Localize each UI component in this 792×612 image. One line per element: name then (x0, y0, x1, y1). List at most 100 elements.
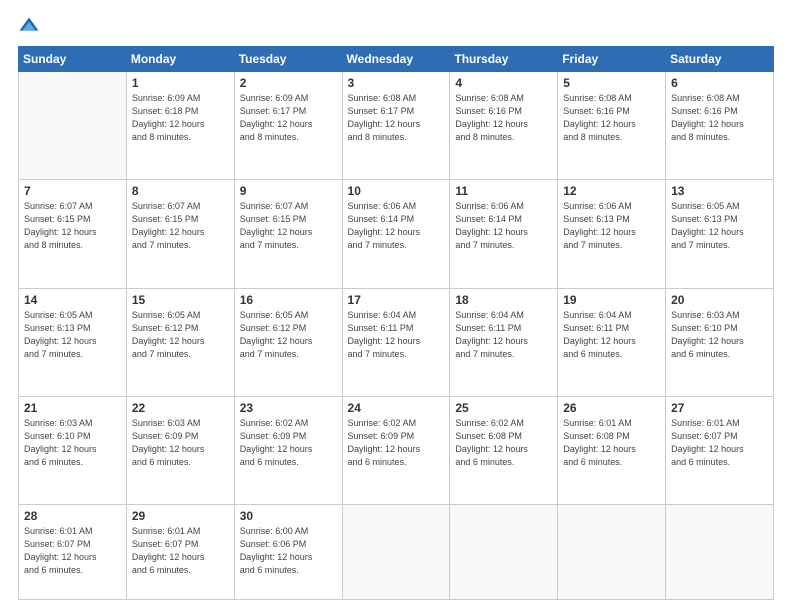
calendar-weekday-saturday: Saturday (666, 47, 774, 72)
calendar-day-cell: 25 Sunrise: 6:02 AM Sunset: 6:08 PM Dayli… (450, 396, 558, 504)
calendar-day-cell: 14 Sunrise: 6:05 AM Sunset: 6:13 PM Dayli… (19, 288, 127, 396)
day-info: Sunrise: 6:07 AM Sunset: 6:15 PM Dayligh… (132, 200, 229, 252)
day-info: Sunrise: 6:07 AM Sunset: 6:15 PM Dayligh… (240, 200, 337, 252)
calendar-weekday-tuesday: Tuesday (234, 47, 342, 72)
calendar-table: SundayMondayTuesdayWednesdayThursdayFrid… (18, 46, 774, 600)
calendar-day-cell: 22 Sunrise: 6:03 AM Sunset: 6:09 PM Dayli… (126, 396, 234, 504)
day-number: 23 (240, 401, 337, 415)
day-number: 20 (671, 293, 768, 307)
calendar-week-row: 7 Sunrise: 6:07 AM Sunset: 6:15 PM Daylig… (19, 180, 774, 288)
day-number: 29 (132, 509, 229, 523)
day-info: Sunrise: 6:08 AM Sunset: 6:16 PM Dayligh… (455, 92, 552, 144)
day-number: 12 (563, 184, 660, 198)
calendar-day-cell: 30 Sunrise: 6:00 AM Sunset: 6:06 PM Dayli… (234, 505, 342, 600)
calendar-day-cell: 21 Sunrise: 6:03 AM Sunset: 6:10 PM Dayli… (19, 396, 127, 504)
calendar-day-cell: 5 Sunrise: 6:08 AM Sunset: 6:16 PM Daylig… (558, 72, 666, 180)
logo-icon (18, 16, 40, 38)
day-number: 5 (563, 76, 660, 90)
calendar-day-cell: 20 Sunrise: 6:03 AM Sunset: 6:10 PM Dayli… (666, 288, 774, 396)
calendar-weekday-thursday: Thursday (450, 47, 558, 72)
calendar-day-cell: 6 Sunrise: 6:08 AM Sunset: 6:16 PM Daylig… (666, 72, 774, 180)
day-info: Sunrise: 6:03 AM Sunset: 6:10 PM Dayligh… (24, 417, 121, 469)
calendar-week-row: 1 Sunrise: 6:09 AM Sunset: 6:18 PM Daylig… (19, 72, 774, 180)
calendar-week-row: 14 Sunrise: 6:05 AM Sunset: 6:13 PM Dayli… (19, 288, 774, 396)
calendar-day-cell: 4Sunrise: 6:08 AM Sunset: 6:16 PM Daylig… (450, 72, 558, 180)
calendar-day-cell: 17Sunrise: 6:04 AM Sunset: 6:11 PM Dayli… (342, 288, 450, 396)
day-info: Sunrise: 6:09 AM Sunset: 6:18 PM Dayligh… (132, 92, 229, 144)
calendar-day-cell (19, 72, 127, 180)
day-number: 24 (348, 401, 445, 415)
day-number: 9 (240, 184, 337, 198)
day-info: Sunrise: 6:03 AM Sunset: 6:09 PM Dayligh… (132, 417, 229, 469)
calendar-day-cell: 19Sunrise: 6:04 AM Sunset: 6:11 PM Dayli… (558, 288, 666, 396)
day-number: 6 (671, 76, 768, 90)
calendar-day-cell: 23 Sunrise: 6:02 AM Sunset: 6:09 PM Dayli… (234, 396, 342, 504)
day-number: 26 (563, 401, 660, 415)
calendar-day-cell: 15 Sunrise: 6:05 AM Sunset: 6:12 PM Dayli… (126, 288, 234, 396)
day-info: Sunrise: 6:01 AM Sunset: 6:07 PM Dayligh… (132, 525, 229, 577)
day-number: 27 (671, 401, 768, 415)
calendar-day-cell (342, 505, 450, 600)
day-info: Sunrise: 6:02 AM Sunset: 6:08 PM Dayligh… (455, 417, 552, 469)
day-info: Sunrise: 6:05 AM Sunset: 6:12 PM Dayligh… (132, 309, 229, 361)
day-info: Sunrise: 6:04 AM Sunset: 6:11 PM Dayligh… (563, 309, 660, 361)
calendar-day-cell: 16 Sunrise: 6:05 AM Sunset: 6:12 PM Dayli… (234, 288, 342, 396)
calendar-day-cell: 3 Sunrise: 6:08 AM Sunset: 6:17 PM Daylig… (342, 72, 450, 180)
page: SundayMondayTuesdayWednesdayThursdayFrid… (0, 0, 792, 612)
day-number: 30 (240, 509, 337, 523)
day-info: Sunrise: 6:05 AM Sunset: 6:13 PM Dayligh… (671, 200, 768, 252)
day-number: 11 (455, 184, 552, 198)
day-number: 15 (132, 293, 229, 307)
calendar-day-cell: 10Sunrise: 6:06 AM Sunset: 6:14 PM Dayli… (342, 180, 450, 288)
day-info: Sunrise: 6:09 AM Sunset: 6:17 PM Dayligh… (240, 92, 337, 144)
day-info: Sunrise: 6:06 AM Sunset: 6:13 PM Dayligh… (563, 200, 660, 252)
calendar-day-cell: 13Sunrise: 6:05 AM Sunset: 6:13 PM Dayli… (666, 180, 774, 288)
calendar-day-cell: 18 Sunrise: 6:04 AM Sunset: 6:11 PM Dayli… (450, 288, 558, 396)
day-info: Sunrise: 6:06 AM Sunset: 6:14 PM Dayligh… (455, 200, 552, 252)
day-number: 16 (240, 293, 337, 307)
calendar-day-cell: 12 Sunrise: 6:06 AM Sunset: 6:13 PM Dayli… (558, 180, 666, 288)
day-info: Sunrise: 6:05 AM Sunset: 6:12 PM Dayligh… (240, 309, 337, 361)
day-info: Sunrise: 6:08 AM Sunset: 6:16 PM Dayligh… (563, 92, 660, 144)
day-number: 14 (24, 293, 121, 307)
day-number: 17 (348, 293, 445, 307)
calendar-day-cell: 29 Sunrise: 6:01 AM Sunset: 6:07 PM Dayli… (126, 505, 234, 600)
day-info: Sunrise: 6:03 AM Sunset: 6:10 PM Dayligh… (671, 309, 768, 361)
day-info: Sunrise: 6:05 AM Sunset: 6:13 PM Dayligh… (24, 309, 121, 361)
calendar-day-cell: 8 Sunrise: 6:07 AM Sunset: 6:15 PM Daylig… (126, 180, 234, 288)
calendar-day-cell: 9 Sunrise: 6:07 AM Sunset: 6:15 PM Daylig… (234, 180, 342, 288)
day-info: Sunrise: 6:04 AM Sunset: 6:11 PM Dayligh… (455, 309, 552, 361)
day-number: 18 (455, 293, 552, 307)
day-number: 25 (455, 401, 552, 415)
day-number: 1 (132, 76, 229, 90)
day-info: Sunrise: 6:08 AM Sunset: 6:16 PM Dayligh… (671, 92, 768, 144)
day-info: Sunrise: 6:01 AM Sunset: 6:07 PM Dayligh… (24, 525, 121, 577)
day-number: 2 (240, 76, 337, 90)
calendar-week-row: 21 Sunrise: 6:03 AM Sunset: 6:10 PM Dayli… (19, 396, 774, 504)
day-number: 22 (132, 401, 229, 415)
day-info: Sunrise: 6:01 AM Sunset: 6:07 PM Dayligh… (671, 417, 768, 469)
header (18, 16, 774, 38)
calendar-day-cell (558, 505, 666, 600)
day-number: 21 (24, 401, 121, 415)
day-info: Sunrise: 6:01 AM Sunset: 6:08 PM Dayligh… (563, 417, 660, 469)
day-info: Sunrise: 6:08 AM Sunset: 6:17 PM Dayligh… (348, 92, 445, 144)
day-info: Sunrise: 6:06 AM Sunset: 6:14 PM Dayligh… (348, 200, 445, 252)
calendar-day-cell: 7Sunrise: 6:07 AM Sunset: 6:15 PM Daylig… (19, 180, 127, 288)
day-number: 28 (24, 509, 121, 523)
calendar-day-cell (450, 505, 558, 600)
calendar-day-cell: 26 Sunrise: 6:01 AM Sunset: 6:08 PM Dayli… (558, 396, 666, 504)
calendar-day-cell: 2 Sunrise: 6:09 AM Sunset: 6:17 PM Daylig… (234, 72, 342, 180)
calendar-day-cell: 1 Sunrise: 6:09 AM Sunset: 6:18 PM Daylig… (126, 72, 234, 180)
logo (18, 16, 44, 38)
calendar-day-cell: 24 Sunrise: 6:02 AM Sunset: 6:09 PM Dayli… (342, 396, 450, 504)
calendar-weekday-friday: Friday (558, 47, 666, 72)
day-number: 7 (24, 184, 121, 198)
calendar-day-cell (666, 505, 774, 600)
calendar-header-row: SundayMondayTuesdayWednesdayThursdayFrid… (19, 47, 774, 72)
day-info: Sunrise: 6:02 AM Sunset: 6:09 PM Dayligh… (240, 417, 337, 469)
day-info: Sunrise: 6:02 AM Sunset: 6:09 PM Dayligh… (348, 417, 445, 469)
day-info: Sunrise: 6:00 AM Sunset: 6:06 PM Dayligh… (240, 525, 337, 577)
day-number: 8 (132, 184, 229, 198)
day-number: 3 (348, 76, 445, 90)
